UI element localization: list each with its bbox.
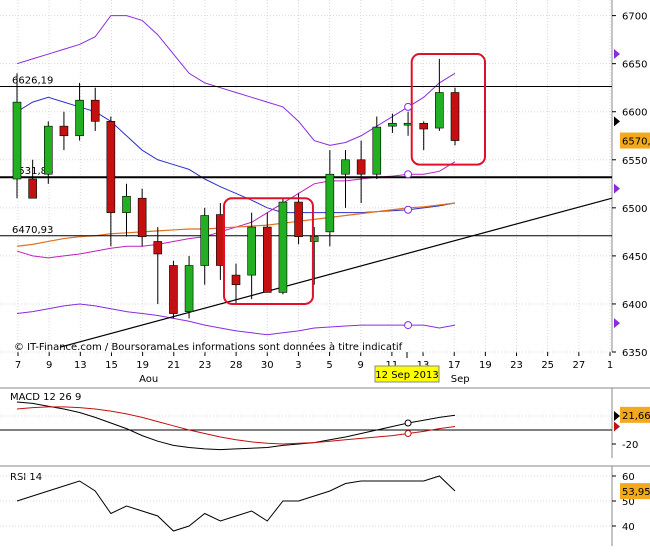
x-tick-label: 17 — [448, 360, 461, 371]
x-tick-label: 30 — [261, 360, 274, 371]
candle-body-up — [43, 125, 53, 175]
candle-body-up — [247, 226, 256, 276]
candle-body-down — [90, 99, 100, 122]
x-tick-label: 23 — [199, 360, 212, 371]
cursor-marker — [404, 205, 413, 214]
x-tick-label: 7 — [15, 360, 21, 371]
chart-root: 7913151921232830359111317192325271AouSep… — [0, 0, 650, 548]
candle-body-up — [278, 201, 288, 293]
candle-body-down — [294, 201, 303, 237]
candle-body-up — [341, 159, 350, 175]
x-tick-label: 23 — [510, 360, 523, 371]
y-tick-label: 6700 — [622, 12, 647, 23]
chart-canvas: 7913151921232830359111317192325271AouSep… — [0, 0, 650, 548]
candle-body-down — [169, 265, 178, 314]
candle-body-up — [372, 126, 382, 175]
candle-body-up — [435, 92, 444, 129]
y-tick-label: 6450 — [622, 252, 647, 263]
copyright-note: © IT-Finance.com / BoursoramaLes informa… — [14, 341, 403, 353]
x-tick-label: 27 — [572, 360, 585, 371]
x-tick-label: 25 — [541, 360, 554, 371]
rsi-last-label: 53,95 — [622, 487, 650, 498]
y-tick-label: 6400 — [622, 300, 647, 311]
macd-last-label: 21,66 — [622, 411, 650, 422]
candle-body-up — [75, 99, 84, 137]
y-tick-label: 6650 — [622, 60, 647, 71]
candle-body-up — [12, 101, 22, 180]
x-tick-label: 9 — [358, 360, 364, 371]
price-level-label: 6470,93 — [12, 225, 53, 236]
rsi-label: RSI 14 — [10, 472, 42, 483]
candle-body-up — [309, 236, 319, 242]
candle-body-down — [231, 274, 241, 286]
y-tick-label: 6550 — [622, 156, 647, 167]
cursor-marker — [404, 170, 413, 179]
y-tick-label: 6600 — [622, 108, 647, 119]
macd-cursor-marker — [404, 419, 412, 427]
x-tick-label: 15 — [105, 360, 118, 371]
candle-body-up — [184, 265, 194, 312]
y-tick-label: 6500 — [622, 204, 647, 215]
candle-body-down — [59, 125, 69, 137]
x-tick-label: 1 — [607, 360, 613, 371]
candle-body-down — [137, 197, 147, 237]
rsi-tick-label: 40 — [622, 522, 635, 533]
month-label: Aou — [139, 374, 158, 385]
macd-cursor-marker — [404, 430, 412, 437]
macd-label: MACD 12 26 9 — [10, 392, 81, 403]
candle-body-down — [28, 178, 37, 199]
x-tick-label: 9 — [46, 360, 52, 371]
candle-body-down — [153, 241, 163, 255]
x-tick-label: 19 — [479, 360, 492, 371]
y-tick-label: 6350 — [622, 348, 647, 359]
last-price-label: 6570, — [622, 137, 650, 148]
rsi-tick-label: 60 — [622, 472, 635, 483]
price-level-label: 6626,19 — [12, 76, 53, 87]
candle-body-down — [419, 122, 429, 130]
x-tick-label: 19 — [136, 360, 149, 371]
candle-body-up — [388, 122, 397, 127]
candle-body-down — [262, 226, 272, 293]
x-tick-label: 28 — [230, 360, 243, 371]
candle-body-down — [106, 121, 116, 213]
candle-body-down — [356, 159, 366, 175]
candle-body-up — [122, 196, 131, 213]
candle-body-up — [325, 173, 335, 233]
cursor-marker — [404, 321, 413, 330]
x-tick-label: 21 — [167, 360, 180, 371]
cursor-date-label: 12 Sep 2013 — [375, 370, 438, 381]
month-label: Sep — [451, 374, 470, 385]
cursor-marker — [404, 102, 413, 111]
macd-tick-label: -20 — [622, 440, 638, 451]
x-tick-label: 5 — [326, 360, 332, 371]
candle-body-down — [450, 92, 460, 141]
candle-body-up — [200, 215, 210, 266]
x-tick-label: 3 — [295, 360, 301, 371]
x-tick-label: 13 — [74, 360, 87, 371]
